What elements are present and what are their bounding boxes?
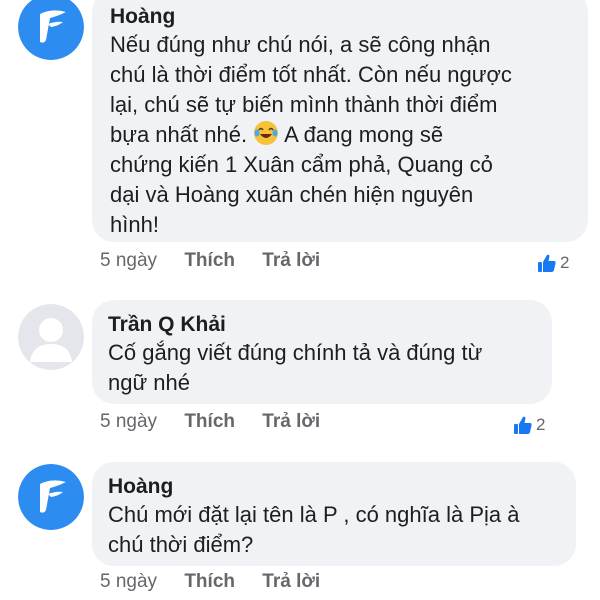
brand-logo-icon — [18, 0, 84, 60]
comment-timestamp[interactable]: 5 ngày — [100, 410, 157, 434]
laughing-tears-emoji-icon — [254, 121, 279, 145]
reply-button[interactable]: Trả lời — [262, 249, 320, 273]
comment-thread: Hoàng Nếu đúng như chú nói, a sẽ công nh… — [0, 0, 600, 600]
comment-actions: 5 ngày Thích Trả lời — [100, 249, 320, 273]
comment-text: Nếu đúng như chú nói, a sẽ công nhận chú… — [110, 30, 572, 240]
reply-button[interactable]: Trả lời — [262, 570, 320, 594]
comment-timestamp[interactable]: 5 ngày — [100, 249, 157, 273]
comment-item: Trần Q Khải Cố gắng viết đúng chính tả v… — [0, 300, 600, 440]
avatar[interactable] — [18, 0, 84, 60]
comment-bubble: Trần Q Khải Cố gắng viết đúng chính tả v… — [92, 300, 552, 404]
comment-item: Hoàng Nếu đúng như chú nói, a sẽ công nh… — [0, 0, 600, 290]
avatar[interactable] — [18, 464, 84, 530]
reply-button[interactable]: Trả lời — [262, 410, 320, 434]
brand-logo-icon — [18, 464, 84, 530]
reaction-summary[interactable]: 2 — [512, 414, 545, 436]
thumbs-up-icon — [538, 254, 556, 272]
like-button[interactable]: Thích — [184, 570, 235, 594]
comment-author[interactable]: Hoàng — [108, 474, 560, 500]
like-button[interactable]: Thích — [184, 410, 235, 434]
avatar[interactable] — [18, 304, 84, 370]
comment-actions: 5 ngày Thích Trả lời — [100, 410, 320, 434]
comment-item: Hoàng Chú mới đặt lại tên là P , có nghĩ… — [0, 462, 600, 600]
comment-text: Chú mới đặt lại tên là P , có nghĩa là P… — [108, 502, 520, 557]
comment-author[interactable]: Hoàng — [110, 4, 572, 30]
comment-timestamp[interactable]: 5 ngày — [100, 570, 157, 594]
reaction-count: 2 — [536, 415, 546, 434]
reaction-count: 2 — [560, 253, 570, 272]
comment-actions: 5 ngày Thích Trả lời — [100, 570, 320, 594]
comment-bubble: Hoàng Nếu đúng như chú nói, a sẽ công nh… — [92, 0, 588, 242]
reaction-summary[interactable]: 2 — [536, 252, 569, 274]
comment-author[interactable]: Trần Q Khải — [108, 312, 536, 338]
thumbs-up-icon — [514, 416, 532, 434]
comment-bubble: Hoàng Chú mới đặt lại tên là P , có nghĩ… — [92, 462, 576, 566]
comment-text: Cố gắng viết đúng chính tả và đúng từ ng… — [108, 340, 483, 395]
like-button[interactable]: Thích — [184, 249, 235, 273]
default-user-avatar-icon — [18, 304, 84, 370]
